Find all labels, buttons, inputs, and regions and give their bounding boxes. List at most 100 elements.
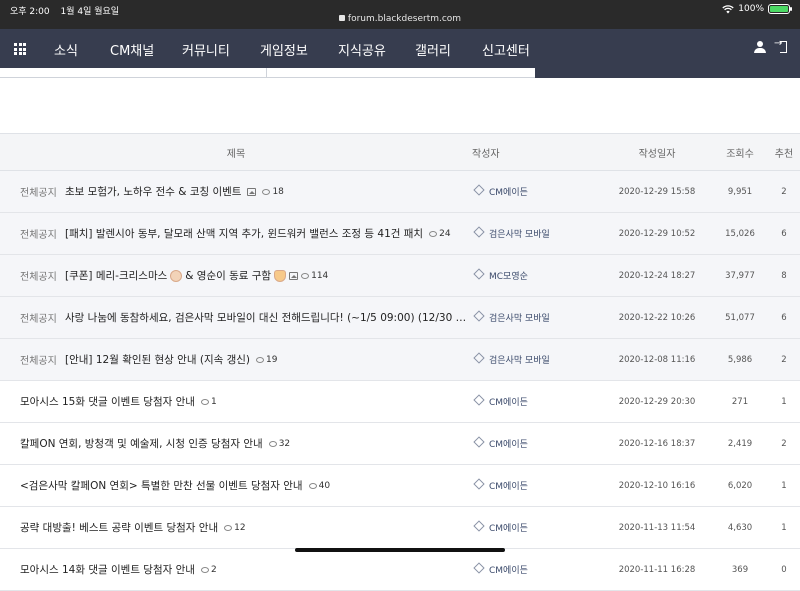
author-name[interactable]: CM에이든 [489,398,528,408]
row-title-cell[interactable]: <검은사막 칼페ON 연회> 특별한 만찬 선물 이벤트 당첨자 안내 40 [0,464,472,507]
author-name[interactable]: CM에이든 [489,566,528,576]
row-recommend: 2 [768,422,800,465]
row-title[interactable]: 초보 모험가, 노하우 전수 & 코칭 이벤트 [65,184,241,199]
row-title-cell[interactable]: [쿠폰] 메리-크리스마스 & 영순이 동료 구함 114 [64,254,472,297]
comment-count: 24 [429,229,451,239]
nav-item-gallery[interactable]: 갤러리 [415,40,451,59]
table-row[interactable]: 전체공지 [안내] 12월 확인된 현상 안내 (지속 갱신) 19 검은사막 … [0,338,800,381]
row-title[interactable]: [패치] 발렌시아 동부, 달모래 산맥 지역 추가, 윈드워커 밸런스 조정 … [65,226,423,241]
battery-icon [768,4,792,14]
sub-tab-bar [0,68,535,78]
header-date: 작성일자 [602,133,712,171]
row-recommend: 1 [768,380,800,423]
row-author[interactable]: CM에이든 [472,548,602,591]
row-category: 전체공지 [0,254,64,297]
row-author[interactable]: MC모영순 [472,254,602,297]
nav-item-knowledge[interactable]: 지식공유 [338,40,386,59]
row-title-cell[interactable]: [안내] 12월 확인된 현상 안내 (지속 갱신) 19 [64,338,472,381]
row-title-cell[interactable]: 초보 모험가, 노하우 전수 & 코칭 이벤트 18 [64,170,472,213]
row-category: 전체공지 [0,338,64,381]
row-date: 2020-12-08 11:16 [602,338,712,381]
row-author[interactable]: 검은사막 모바일 [472,212,602,255]
comment-count-value: 32 [278,438,291,449]
row-author[interactable]: CM에이든 [472,464,602,507]
row-title-cell[interactable]: 모아시스 15화 댓글 이벤트 당첨자 안내 1 [0,380,472,423]
header-title: 제목 [0,133,472,171]
row-views: 5,986 [712,338,768,381]
row-title[interactable]: 사랑 나눔에 동참하세요, 검은사막 모바일이 대신 전해드립니다! (~1/5… [65,310,471,325]
row-author[interactable]: 검은사막 모바일 [472,296,602,339]
comment-icon [200,566,209,573]
row-title-cell[interactable]: [패치] 발렌시아 동부, 달모래 산맥 지역 추가, 윈드워커 밸런스 조정 … [64,212,472,255]
main-nav: 소식 CM채널 커뮤니티 게임정보 지식공유 갤러리 신고센터 [0,29,800,68]
row-title[interactable]: [쿠폰] 메리-크리스마스 [65,268,167,283]
home-indicator[interactable] [295,548,505,552]
author-name[interactable]: 검은사막 모바일 [489,230,550,240]
row-title-cell[interactable]: 사랑 나눔에 동참하세요, 검은사막 모바일이 대신 전해드립니다! (~1/5… [64,296,472,339]
row-title[interactable]: [안내] 12월 확인된 현상 안내 (지속 갱신) [65,352,250,367]
row-recommend: 1 [768,506,800,549]
author-name[interactable]: CM에이든 [489,524,528,534]
address-bar[interactable]: forum.blackdesertm.com [0,14,800,24]
row-author[interactable]: CM에이든 [472,422,602,465]
table-row[interactable]: 공략 대방출! 베스트 공략 이벤트 당첨자 안내 12 CM에이든 2020-… [0,506,800,549]
row-title-cell[interactable]: 칼페ON 연회, 방청객 및 예술제, 시청 인증 당첨자 안내 32 [0,422,472,465]
author-name[interactable]: CM에이든 [489,188,528,198]
header-recommend: 추천 [768,133,800,171]
status-right: 100% [722,4,792,14]
row-title[interactable]: 모아시스 15화 댓글 이벤트 당첨자 안내 [20,394,195,409]
nav-item-report-center[interactable]: 신고센터 [482,40,530,59]
table-row[interactable]: 칼페ON 연회, 방청객 및 예술제, 시청 인증 당첨자 안내 32 CM에이… [0,422,800,465]
row-title[interactable]: 칼페ON 연회, 방청객 및 예술제, 시청 인증 당첨자 안내 [20,436,263,451]
table-row[interactable]: 전체공지 사랑 나눔에 동참하세요, 검은사막 모바일이 대신 전해드립니다! … [0,296,800,339]
image-icon [247,187,257,196]
author-rank-icon [473,352,485,364]
row-views: 4,630 [712,506,768,549]
login-icon[interactable] [774,38,788,53]
row-recommend: 0 [768,548,800,591]
row-title-suffix[interactable]: & 영순이 동료 구함 [185,268,271,283]
row-author[interactable]: CM에이든 [472,380,602,423]
row-title[interactable]: 모아시스 14화 댓글 이벤트 당첨자 안내 [20,562,195,577]
row-date: 2020-12-22 10:26 [602,296,712,339]
table-row[interactable]: 전체공지 초보 모험가, 노하우 전수 & 코칭 이벤트 18 CM에이든 20… [0,170,800,213]
author-name[interactable]: MC모영순 [489,272,528,282]
author-name[interactable]: 검은사막 모바일 [489,314,550,324]
table-row[interactable]: 전체공지 [쿠폰] 메리-크리스마스 & 영순이 동료 구함 114 MC모영순… [0,254,800,297]
nav-account [754,38,788,53]
nav-item-news[interactable]: 소식 [54,40,78,59]
author-name[interactable]: CM에이든 [489,482,528,492]
row-author[interactable]: CM에이든 [472,506,602,549]
comment-count: 18 [262,186,284,197]
comment-count: 40 [308,481,330,491]
table-row[interactable]: 모아시스 14화 댓글 이벤트 당첨자 안내 2 CM에이든 2020-11-1… [0,548,800,591]
comment-count-value: 18 [272,186,284,197]
user-icon[interactable] [754,41,766,53]
row-author[interactable]: 검은사막 모바일 [472,338,602,381]
table-row[interactable]: 모아시스 15화 댓글 이벤트 당첨자 안내 1 CM에이든 2020-12-2… [0,380,800,423]
nav-item-game-info[interactable]: 게임정보 [260,40,308,59]
row-title[interactable]: <검은사막 칼페ON 연회> 특별한 만찬 선물 이벤트 당첨자 안내 [20,478,303,493]
row-category: 전체공지 [0,296,64,339]
sub-tab-active [535,68,800,78]
table-row[interactable]: <검은사막 칼페ON 연회> 특별한 만찬 선물 이벤트 당첨자 안내 40 C… [0,464,800,507]
row-title-cell[interactable]: 공략 대방출! 베스트 공략 이벤트 당첨자 안내 12 [0,506,472,549]
author-name[interactable]: 검은사막 모바일 [489,356,550,366]
nav-item-community[interactable]: 커뮤니티 [182,40,230,59]
comment-count: 1 [200,396,217,407]
row-date: 2020-12-29 15:58 [602,170,712,213]
board-table: 제목 작성자 작성일자 조회수 추천 전체공지 초보 모험가, 노하우 전수 &… [0,133,800,591]
row-author[interactable]: CM에이든 [472,170,602,213]
row-title-cell[interactable]: 모아시스 14화 댓글 이벤트 당첨자 안내 2 [0,548,472,591]
row-title[interactable]: 공략 대방출! 베스트 공략 이벤트 당첨자 안내 [20,520,218,535]
row-recommend: 2 [768,338,800,381]
comment-count-value: 1 [210,396,217,407]
table-row[interactable]: 전체공지 [패치] 발렌시아 동부, 달모래 산맥 지역 추가, 윈드워커 밸런… [0,212,800,255]
comment-icon [200,398,209,405]
menu-grid-icon[interactable] [14,43,26,55]
author-name[interactable]: CM에이든 [489,440,528,450]
comment-icon [224,524,233,531]
nav-item-cm-channel[interactable]: CM채널 [110,40,154,59]
author-rank-icon [473,394,485,406]
comment-icon [308,482,317,489]
